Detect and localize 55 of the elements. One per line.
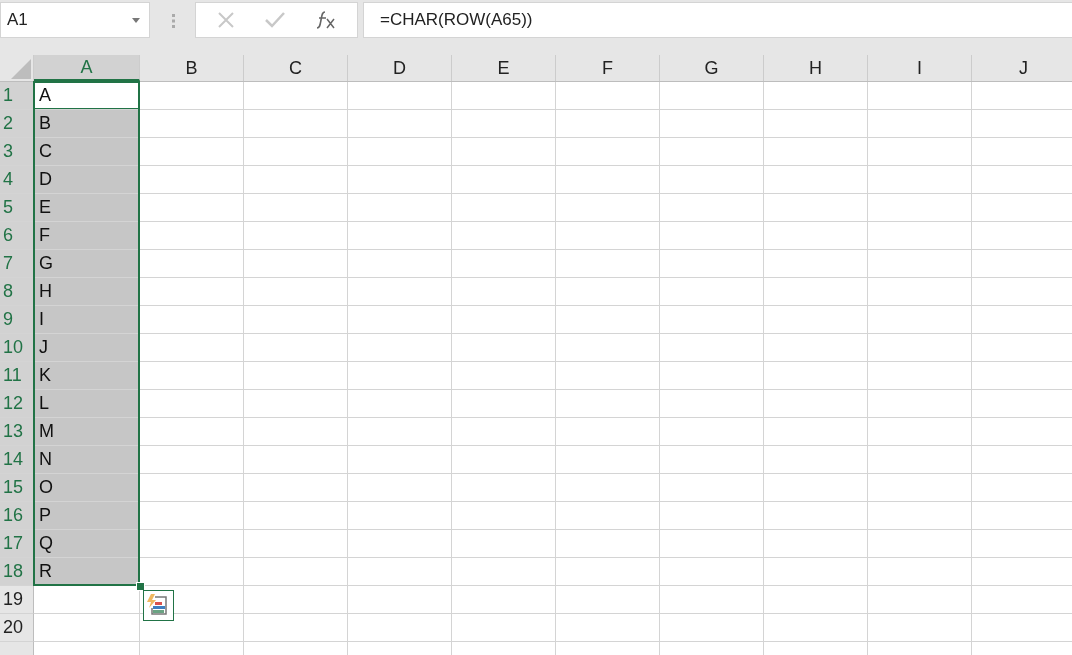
table-cell: P — [34, 502, 140, 530]
column-header[interactable]: F — [556, 55, 660, 81]
column-header[interactable]: B — [140, 55, 244, 81]
row-header[interactable]: 15 — [0, 474, 34, 502]
column-header[interactable]: H — [764, 55, 868, 81]
table-cell: I — [34, 306, 140, 334]
row-header[interactable]: 18 — [0, 558, 34, 586]
row-header[interactable]: 17 — [0, 530, 34, 558]
row-header[interactable]: 1 — [0, 82, 34, 110]
check-icon[interactable] — [265, 12, 286, 28]
table-cell: N — [34, 446, 140, 474]
name-box[interactable]: A1 — [0, 2, 150, 38]
row-header[interactable]: 11 — [0, 362, 34, 390]
table-cell: H — [34, 278, 140, 306]
dropdown-caret-icon — [132, 17, 140, 23]
quick-analysis-button[interactable] — [143, 590, 174, 621]
row-header[interactable]: 7 — [0, 250, 34, 278]
row-header[interactable]: 4 — [0, 166, 34, 194]
row-header[interactable]: 2 — [0, 110, 34, 138]
row-header[interactable]: 19 — [0, 586, 34, 614]
column-header[interactable]: I — [868, 55, 972, 81]
row-header[interactable]: 13 — [0, 418, 34, 446]
table-cell: J — [34, 334, 140, 362]
table-cell: G — [34, 250, 140, 278]
drag-handle-icon[interactable] — [172, 14, 175, 28]
row-header[interactable]: 12 — [0, 390, 34, 418]
table-cell: M — [34, 418, 140, 446]
row-header[interactable]: 3 — [0, 138, 34, 166]
table-cell: D — [34, 166, 140, 194]
cancel-icon[interactable] — [217, 11, 236, 29]
insert-function-icon[interactable] — [315, 11, 336, 29]
table-cell: E — [34, 194, 140, 222]
row-header[interactable]: 14 — [0, 446, 34, 474]
column-header[interactable]: G — [660, 55, 764, 81]
row-header[interactable]: 5 — [0, 194, 34, 222]
table-cell: F — [34, 222, 140, 250]
row-header[interactable]: 20 — [0, 614, 34, 642]
row-header[interactable]: 10 — [0, 334, 34, 362]
table-cell: Q — [34, 530, 140, 558]
column-header[interactable]: E — [452, 55, 556, 81]
column-header[interactable]: D — [348, 55, 452, 81]
formula-field[interactable]: =CHAR(ROW(A65)) — [363, 2, 1072, 38]
table-cell: B — [34, 110, 140, 138]
column-header[interactable]: C — [244, 55, 348, 81]
row-header[interactable]: 16 — [0, 502, 34, 530]
row-header[interactable]: 6 — [0, 222, 34, 250]
table-cell: K — [34, 362, 140, 390]
row-header[interactable]: 8 — [0, 278, 34, 306]
fill-handle[interactable] — [136, 582, 145, 591]
table-cell: O — [34, 474, 140, 502]
column-header[interactable]: A — [34, 55, 140, 81]
column-header[interactable]: J — [972, 55, 1072, 81]
table-cell: L — [34, 390, 140, 418]
table-cell: C — [34, 138, 140, 166]
row-header[interactable]: 9 — [0, 306, 34, 334]
